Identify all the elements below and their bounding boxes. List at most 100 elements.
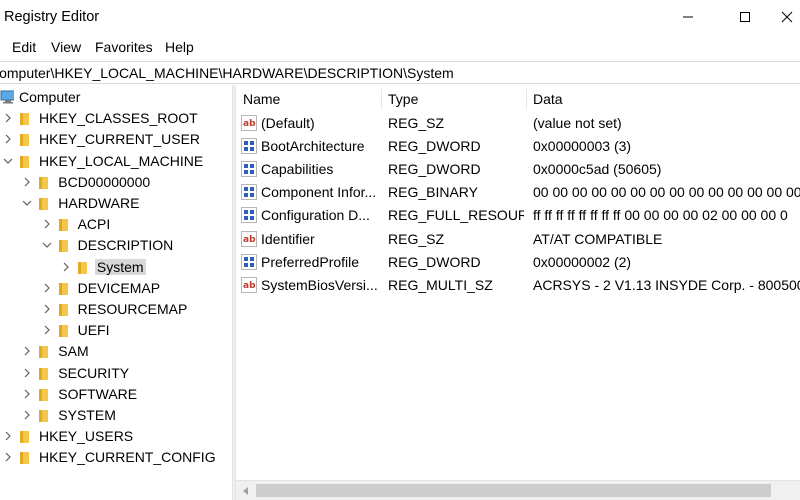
menu-view[interactable]: View (51, 39, 81, 55)
scroll-left-arrow-icon[interactable] (242, 487, 250, 495)
chevron-right-icon[interactable] (22, 410, 32, 420)
chevron-right-icon[interactable] (22, 389, 32, 399)
svg-text:ab: ab (243, 281, 256, 291)
address-path[interactable]: Computer\HKEY_LOCAL_MACHINE\HARDWARE\DES… (0, 65, 454, 81)
column-header-name[interactable]: Name (236, 85, 381, 112)
minimize-button[interactable] (664, 0, 710, 34)
value-row[interactable]: ab (Default) REG_SZ (value not set) (236, 112, 800, 135)
folder-icon (39, 367, 49, 380)
horizontal-scrollbar[interactable] (236, 480, 800, 500)
chevron-right-icon[interactable] (3, 431, 13, 441)
value-name: Identifier (261, 230, 315, 247)
tree-node[interactable]: System (0, 257, 232, 278)
folder-icon (58, 240, 68, 253)
chevron-right-icon[interactable] (42, 304, 52, 314)
chevron-right-icon[interactable] (61, 262, 71, 272)
binary-value-icon (241, 253, 257, 270)
binary-value-icon (241, 184, 257, 201)
chevron-right-icon[interactable] (22, 346, 32, 356)
values-list-pane[interactable]: Name Type Data ab (Default) REG_SZ (value n… (236, 85, 800, 500)
tree-node-label: SAM (58, 343, 89, 360)
value-row[interactable]: ab SystemBiosVersi... REG_MULTI_SZ ACRSYS -… (236, 274, 800, 297)
tree-node[interactable]: ACPI (0, 214, 232, 235)
tree-node-label: Computer (19, 89, 81, 105)
folder-icon (39, 388, 49, 401)
tree-node-label: System (94, 258, 146, 275)
tree-node[interactable]: DEVICEMAP (0, 278, 232, 299)
value-name: BootArchitecture (261, 138, 365, 155)
tree-node[interactable]: HKEY_USERS (0, 426, 232, 447)
value-row[interactable]: Capabilities REG_DWORD 0x0000c5ad (50605) (236, 158, 800, 181)
chevron-right-icon[interactable] (22, 368, 32, 378)
tree-node[interactable]: SAM (0, 341, 232, 362)
tree-node[interactable]: Computer (0, 87, 232, 108)
tree-node[interactable]: BCD00000000 (0, 172, 232, 193)
tree-node-label: UEFI (77, 322, 110, 339)
chevron-right-icon[interactable] (42, 219, 52, 229)
value-row[interactable]: PreferredProfile REG_DWORD 0x00000002 (2) (236, 251, 800, 274)
tree-node[interactable]: HKEY_CURRENT_USER (0, 129, 232, 150)
minimize-icon (683, 16, 693, 18)
title-bar: Registry Editor (0, 0, 800, 36)
folder-icon (58, 304, 68, 316)
value-type: REG_SZ (388, 230, 445, 247)
tree-node-label: BCD00000000 (58, 173, 151, 190)
tree-node[interactable]: HKEY_CLASSES_ROOT (0, 108, 232, 129)
chevron-right-icon[interactable] (3, 134, 13, 144)
scrollbar-thumb[interactable] (256, 484, 771, 497)
tree-node-label: HKEY_CLASSES_ROOT (39, 110, 198, 127)
address-bar[interactable]: Computer\HKEY_LOCAL_MACHINE\HARDWARE\DES… (0, 61, 800, 84)
tree-node[interactable]: SECURITY (0, 363, 232, 384)
tree-node-label: HKEY_USERS (39, 428, 134, 445)
column-header-data[interactable]: Data (526, 85, 800, 112)
tree-node-label: HKEY_CURRENT_USER (39, 131, 201, 148)
value-type: REG_BINARY (388, 184, 478, 201)
tree-node-label: HKEY_LOCAL_MACHINE (39, 152, 204, 169)
value-row[interactable]: ab Identifier REG_SZ AT/AT COMPATIBLE (236, 228, 800, 251)
tree-node[interactable]: RESOURCEMAP (0, 299, 232, 320)
tree-node-label: HARDWARE (58, 195, 140, 211)
folder-icon (39, 176, 49, 189)
svg-text:ab: ab (243, 119, 256, 129)
tree-node[interactable]: HKEY_LOCAL_MACHINE (0, 151, 232, 172)
binary-value-icon (241, 138, 257, 155)
chevron-down-icon[interactable] (22, 198, 32, 208)
chevron-right-icon[interactable] (3, 113, 13, 123)
tree-node[interactable]: DESCRIPTION (0, 235, 232, 256)
value-data: ff ff ff ff ff ff ff ff 00 00 00 00 02 0… (533, 207, 788, 224)
menu-favorites[interactable]: Favorites (95, 39, 153, 55)
chevron-right-icon[interactable] (22, 177, 32, 187)
value-type: REG_DWORD (388, 253, 481, 270)
close-button[interactable] (763, 0, 800, 34)
string-value-icon: ab (241, 276, 257, 293)
tree-node-label: RESOURCEMAP (77, 301, 188, 317)
value-row[interactable]: BootArchitecture REG_DWORD 0x00000003 (3) (236, 135, 800, 158)
chevron-right-icon[interactable] (42, 325, 52, 335)
value-row[interactable]: Configuration D... REG_FULL_RESOUR... ff f… (236, 204, 800, 227)
value-data: 0x00000003 (3) (533, 138, 632, 155)
key-tree-pane[interactable]: Computer HKEY_CLASSES_ROOT HKEY_CURRENT_US… (0, 85, 232, 500)
column-header-type[interactable]: Type (381, 85, 526, 112)
string-value-icon: ab (241, 230, 257, 247)
value-type: REG_SZ (388, 115, 445, 131)
menu-edit[interactable]: Edit (12, 39, 36, 55)
value-data: (value not set) (533, 115, 622, 131)
tree-node[interactable]: SOFTWARE (0, 384, 232, 405)
menu-help[interactable]: Help (165, 39, 194, 55)
value-data: 0x00000002 (2) (533, 253, 632, 270)
chevron-down-icon[interactable] (3, 156, 13, 166)
folder-icon (39, 410, 49, 422)
tree-node[interactable]: SYSTEM (0, 405, 232, 426)
chevron-down-icon[interactable] (42, 240, 52, 250)
value-type: REG_DWORD (388, 138, 481, 155)
value-row[interactable]: Component Infor... REG_BINARY 00 00 00 00 … (236, 181, 800, 204)
value-name: Configuration D... (261, 207, 370, 224)
tree-node[interactable]: UEFI (0, 320, 232, 341)
tree-node[interactable]: HARDWARE (0, 193, 232, 214)
chevron-right-icon[interactable] (3, 452, 13, 462)
tree-node-label: ACPI (77, 216, 111, 233)
chevron-right-icon[interactable] (42, 283, 52, 293)
folder-icon (20, 452, 29, 465)
tree-node[interactable]: HKEY_CURRENT_CONFIG (0, 447, 232, 468)
maximize-button[interactable] (721, 0, 767, 34)
